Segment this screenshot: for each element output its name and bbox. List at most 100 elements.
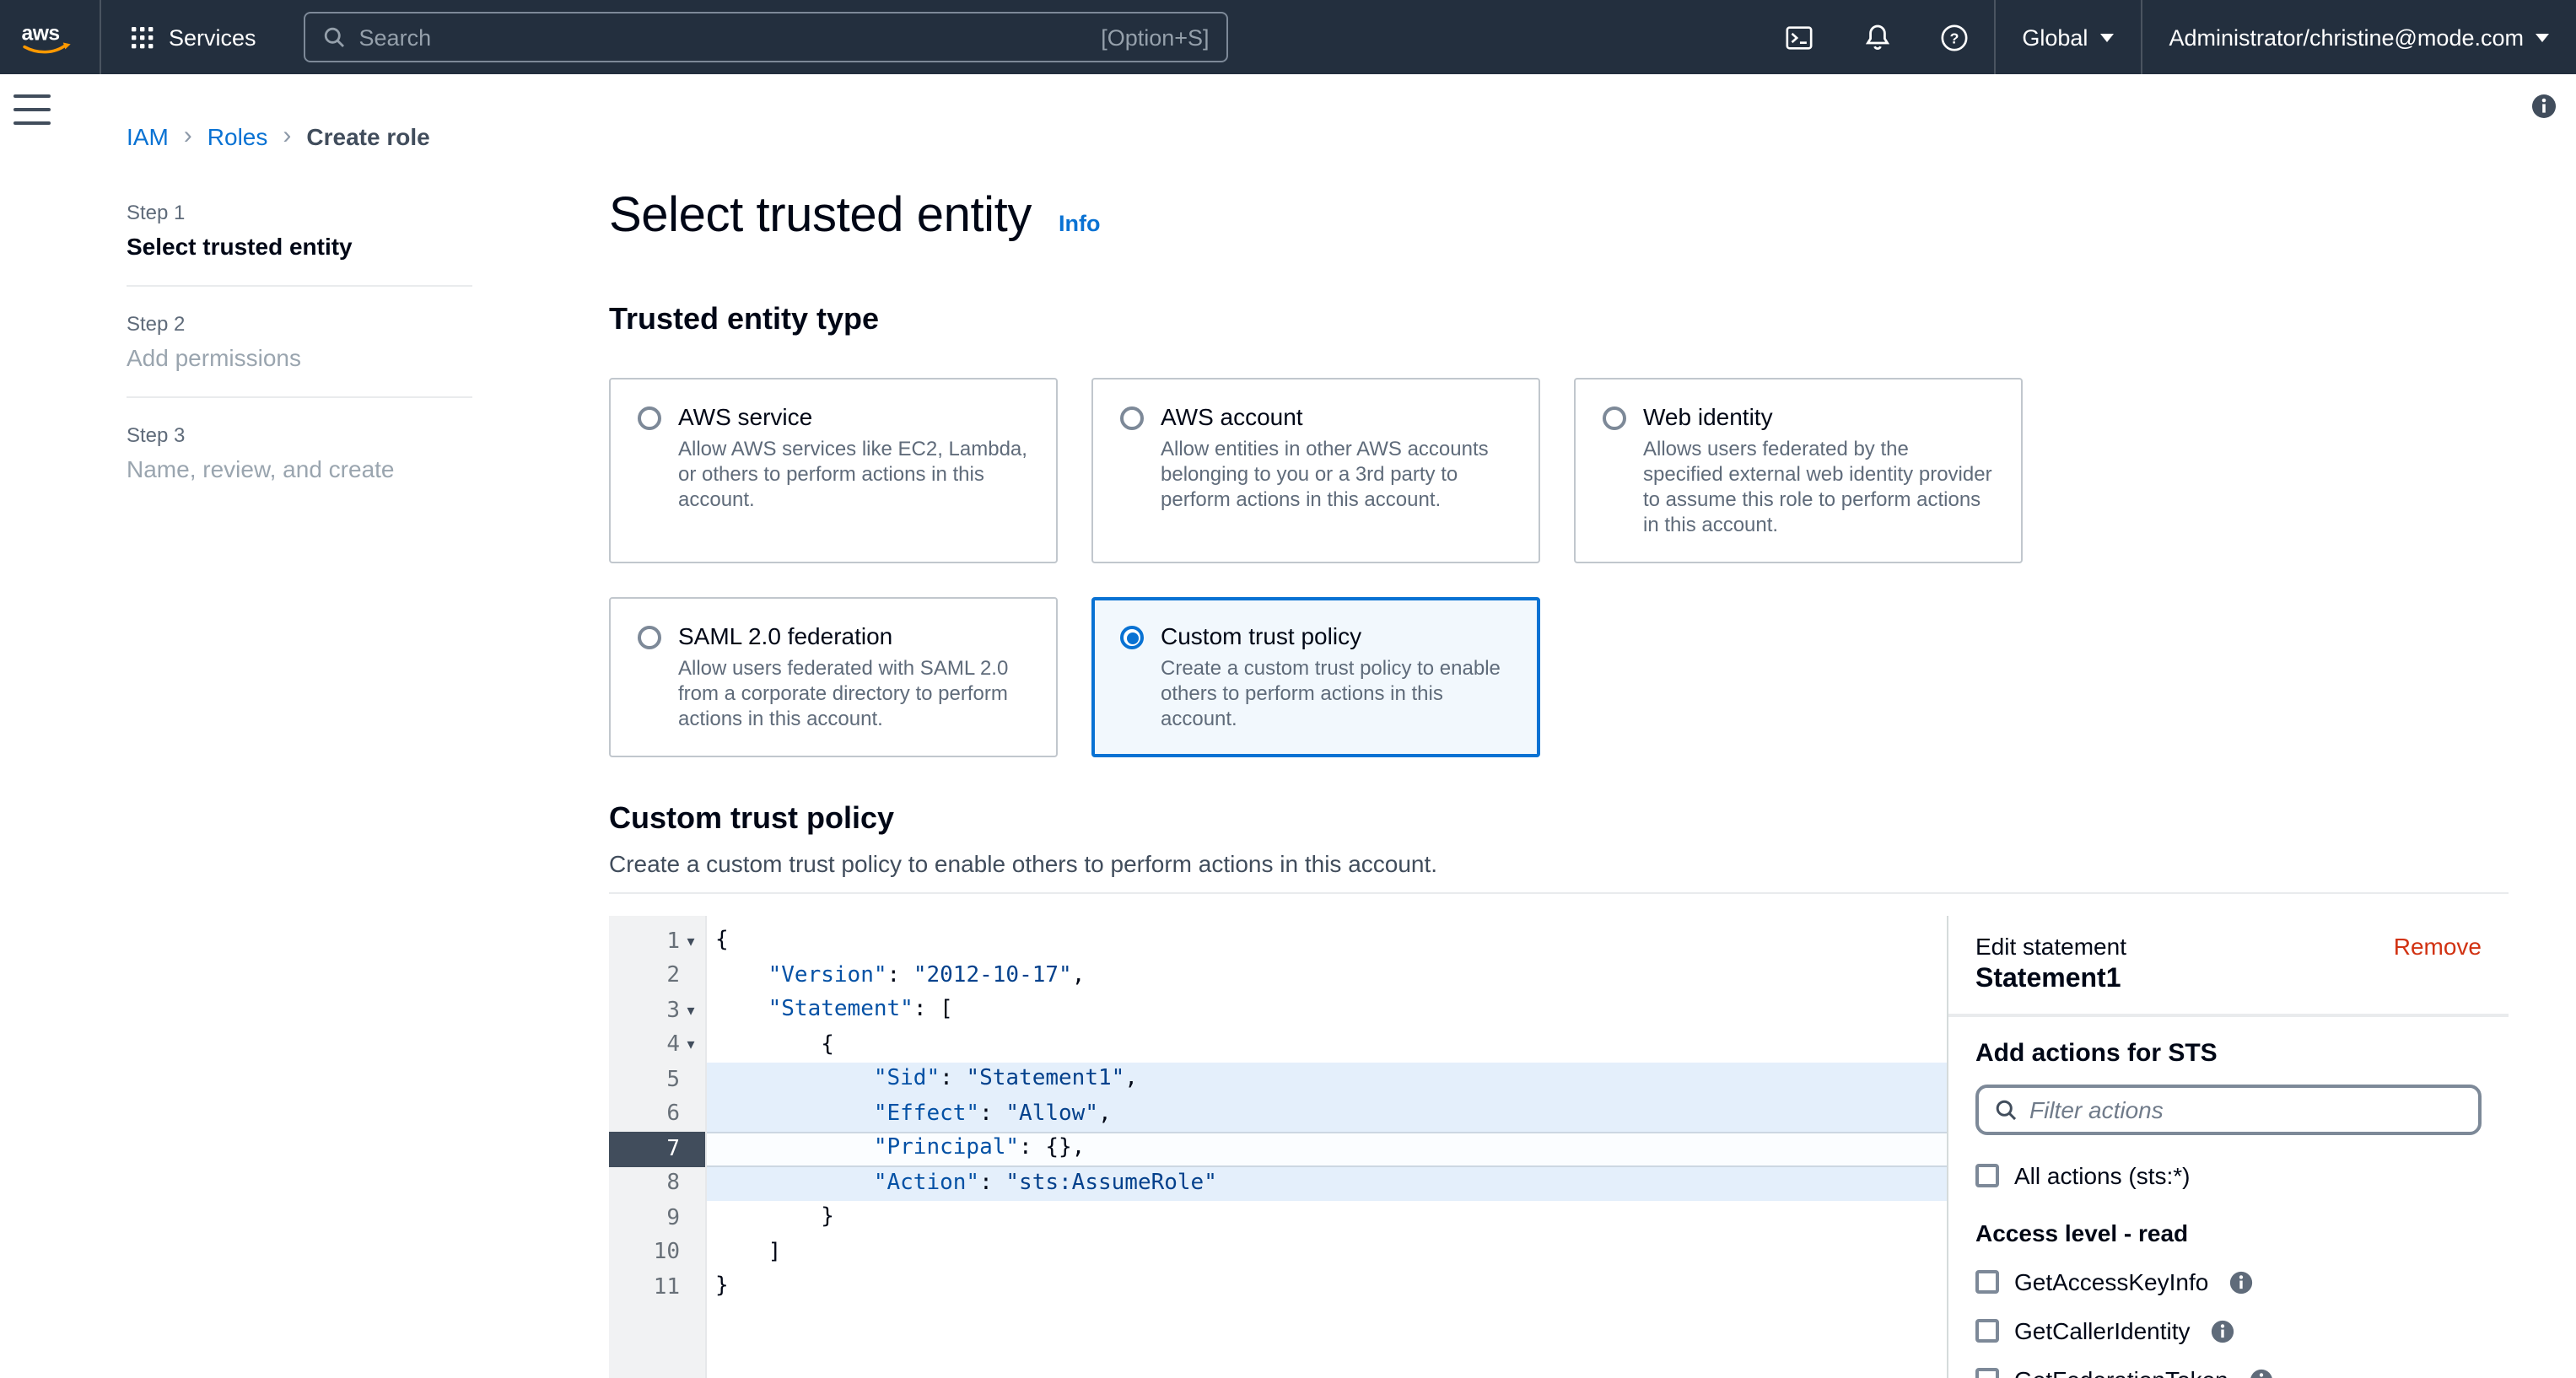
hamburger-menu-icon[interactable] [13, 94, 51, 125]
edit-statement-panel: Edit statement Remove Statement1 Add act… [1947, 916, 2509, 1378]
fold-arrow-icon[interactable]: ▾ [680, 1002, 702, 1020]
main-content: Select trusted entity Info Trusted entit… [609, 189, 2509, 1378]
gutter-line-6[interactable]: 6 [609, 1097, 705, 1132]
wizard-step-1[interactable]: Step 1 Select trusted entity [127, 191, 472, 287]
gutter-line-11[interactable]: 11 [609, 1270, 705, 1305]
account-menu[interactable]: Administrator/christine@mode.com [2140, 0, 2576, 74]
filter-actions-input[interactable] [2029, 1096, 2463, 1123]
breadcrumb-current: Create role [306, 122, 429, 149]
gutter-line-5[interactable]: 5 [609, 1063, 705, 1097]
radio-button[interactable] [638, 626, 661, 649]
gutter-line-1[interactable]: 1▾ [609, 924, 705, 959]
token-plain [715, 1135, 874, 1160]
token-str: "Statement1" [966, 1066, 1124, 1091]
entity-card-body: AWS accountAllow entities in other AWS a… [1161, 403, 1512, 538]
gutter-line-4[interactable]: 4▾ [609, 1028, 705, 1063]
line-number: 3 [666, 999, 680, 1024]
gutter-line-2[interactable]: 2 [609, 959, 705, 993]
notifications-button[interactable] [1838, 0, 1916, 74]
line-number: 7 [666, 1137, 680, 1162]
aws-logo[interactable]: aws [0, 0, 101, 74]
action-checkbox[interactable] [1975, 1270, 1999, 1294]
line-number: 9 [666, 1206, 680, 1231]
help-button[interactable]: ? [1916, 0, 1993, 74]
wizard-step-2: Step 2 Add permissions [127, 302, 472, 398]
entity-card-aws-account[interactable]: AWS accountAllow entities in other AWS a… [1091, 378, 1540, 563]
custom-policy-description: Create a custom trust policy to enable o… [609, 850, 2509, 877]
entity-card-body: Web identityAllows users federated by th… [1643, 403, 1994, 538]
account-label: Administrator/christine@mode.com [2169, 24, 2524, 50]
gutter-line-7[interactable]: 7 [609, 1132, 705, 1166]
all-actions-row: All actions (sts:*) [1975, 1162, 2482, 1189]
line-number: 6 [666, 1102, 680, 1128]
step-title: Name, review, and create [127, 455, 472, 482]
editor-code[interactable]: { "Version": "2012-10-17", "Statement": … [707, 916, 1947, 1378]
code-line-6[interactable]: "Effect": "Allow", [707, 1097, 1947, 1132]
svg-text:aws: aws [22, 22, 60, 45]
cloudshell-terminal-icon [1785, 23, 1813, 51]
code-line-11[interactable]: } [707, 1270, 1947, 1305]
token-str: "Allow" [1005, 1101, 1098, 1126]
breadcrumb-link-roles[interactable]: Roles [207, 122, 268, 149]
action-checkbox[interactable] [1975, 1368, 1999, 1378]
code-line-5[interactable]: "Sid": "Statement1", [707, 1063, 1947, 1097]
gutter-line-8[interactable]: 8 [609, 1166, 705, 1201]
breadcrumb-link-iam[interactable]: IAM [127, 122, 169, 149]
wizard-step-3: Step 3 Name, review, and create [127, 413, 472, 508]
token-punct: , [1072, 962, 1086, 988]
token-punct: } [715, 1273, 729, 1299]
line-number: 5 [666, 1068, 680, 1093]
token-punct: ] [715, 1239, 781, 1264]
radio-button[interactable] [638, 406, 661, 430]
action-row-getcalleridentity: GetCallerIdentity [1975, 1317, 2482, 1344]
entity-card-aws-service[interactable]: AWS serviceAllow AWS services like EC2, … [609, 378, 1058, 563]
token-key: "Effect" [874, 1101, 979, 1126]
token-plain [715, 962, 768, 988]
entity-card-custom-trust-policy[interactable]: Custom trust policyCreate a custom trust… [1091, 597, 1540, 757]
info-panel-toggle[interactable] [2530, 93, 2557, 128]
statement-panel-body: Add actions for STS All actions (sts:*) … [1948, 1017, 2509, 1378]
entity-card-web-identity[interactable]: Web identityAllows users federated by th… [1574, 378, 2023, 563]
token-key: "Statement" [768, 997, 913, 1022]
fold-arrow-icon[interactable]: ▾ [680, 933, 702, 951]
action-info-icon[interactable] [2249, 1367, 2274, 1378]
code-line-8[interactable]: "Action": "sts:AssumeRole" [707, 1166, 1947, 1201]
token-punct: { [715, 1031, 834, 1057]
remove-statement-link[interactable]: Remove [2394, 933, 2482, 960]
code-line-10[interactable]: ] [707, 1235, 1947, 1270]
access-level-read-heading: Access level - read [1975, 1219, 2482, 1246]
entity-card-saml-2-0-federation[interactable]: SAML 2.0 federationAllow users federated… [609, 597, 1058, 757]
breadcrumb-chevron-icon [283, 121, 291, 150]
code-line-1[interactable]: { [707, 924, 1947, 959]
code-line-9[interactable]: } [707, 1201, 1947, 1235]
region-selector[interactable]: Global [1993, 0, 2140, 74]
action-info-icon[interactable] [2211, 1318, 2236, 1343]
gutter-line-3[interactable]: 3▾ [609, 993, 705, 1028]
cloudshell-button[interactable] [1760, 0, 1838, 74]
entity-card-description: Create a custom trust policy to enable o… [1161, 656, 1512, 732]
code-line-3[interactable]: "Statement": [ [707, 993, 1947, 1028]
global-search-input[interactable]: Search [Option+S] [304, 12, 1228, 62]
code-line-2[interactable]: "Version": "2012-10-17", [707, 959, 1947, 993]
code-line-4[interactable]: { [707, 1028, 1947, 1063]
radio-button[interactable] [1603, 406, 1626, 430]
token-key: "Sid" [874, 1066, 940, 1091]
gutter-line-10[interactable]: 10 [609, 1235, 705, 1270]
token-str: "2012-10-17" [913, 962, 1072, 988]
entity-cards: AWS serviceAllow AWS services like EC2, … [609, 378, 2509, 757]
breadcrumb-chevron-icon [184, 121, 192, 150]
services-menu[interactable]: Services [101, 0, 287, 74]
editor-gutter: 1▾23▾4▾567891011 [609, 916, 707, 1378]
code-line-7[interactable]: "Principal": {}, [707, 1132, 1947, 1166]
all-actions-checkbox[interactable] [1975, 1164, 1999, 1187]
info-link[interactable]: Info [1059, 211, 1101, 245]
radio-button[interactable] [1120, 406, 1144, 430]
entity-card-body: SAML 2.0 federationAllow users federated… [678, 622, 1029, 732]
action-checkbox[interactable] [1975, 1319, 1999, 1343]
action-row-getaccesskeyinfo: GetAccessKeyInfo [1975, 1268, 2482, 1295]
breadcrumb: IAM Roles Create role [127, 121, 430, 150]
fold-arrow-icon[interactable]: ▾ [680, 1036, 702, 1055]
action-info-icon[interactable] [2228, 1269, 2254, 1295]
radio-button[interactable] [1120, 626, 1144, 649]
gutter-line-9[interactable]: 9 [609, 1201, 705, 1235]
